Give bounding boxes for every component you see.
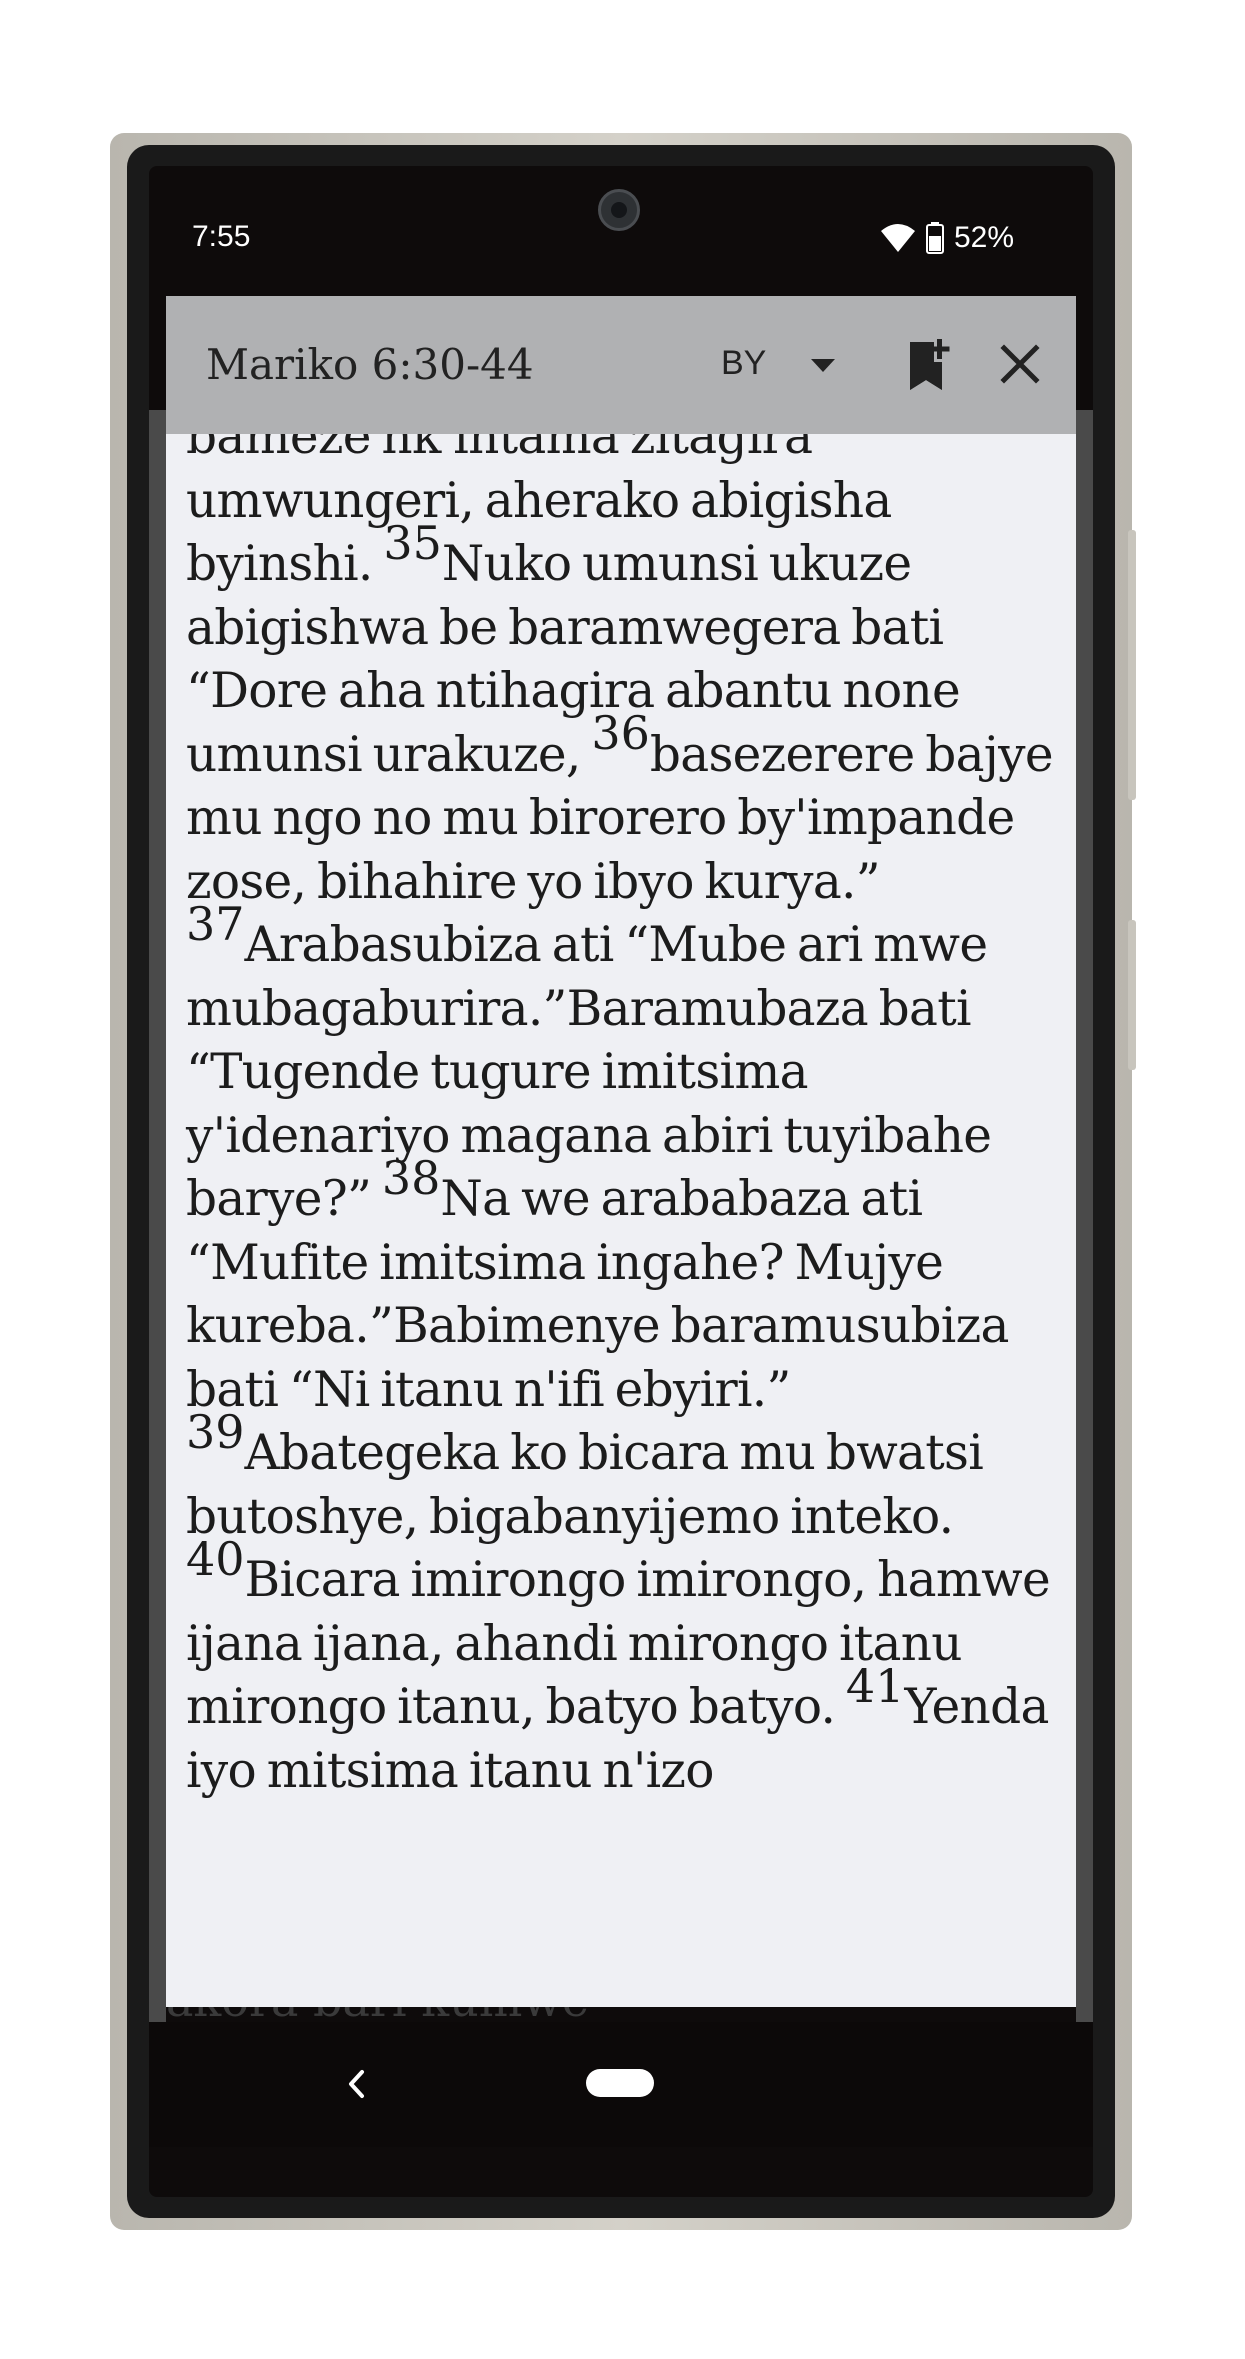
chevron-down-icon[interactable] xyxy=(806,348,840,382)
scrim-left xyxy=(149,410,166,2030)
passage-reference-title: Mariko 6:30-44 xyxy=(206,340,534,389)
verse-number: 41 xyxy=(845,1658,905,1713)
passage-text: bameze nk'intama zitagira umwungeri, ahe… xyxy=(186,434,1066,1803)
wifi-icon xyxy=(881,224,915,252)
status-time: 7:55 xyxy=(192,220,251,253)
battery-percent: 52% xyxy=(954,221,1015,254)
verse-text: Abategeka ko bicara mu bwatsi butoshye, … xyxy=(186,1425,984,1545)
language-selector-label[interactable]: BY xyxy=(721,344,766,383)
back-icon[interactable] xyxy=(340,2062,374,2106)
verse-number: 37 xyxy=(186,896,245,951)
scrim-right xyxy=(1076,410,1093,2030)
front-camera xyxy=(598,189,640,231)
volume-button xyxy=(1128,920,1136,1070)
verse-number: 35 xyxy=(383,515,442,570)
verse-number: 40 xyxy=(186,1531,245,1586)
verse-number: 39 xyxy=(186,1404,245,1459)
passage-text-scroll[interactable]: bameze nk'intama zitagira umwungeri, ahe… xyxy=(166,434,1076,2007)
status-icons: 52% xyxy=(880,218,1014,258)
verse-number: 36 xyxy=(591,706,650,761)
passage-dialog-header: Mariko 6:30-44 BY xyxy=(166,296,1076,434)
verse-number: 38 xyxy=(381,1150,441,1205)
close-icon[interactable] xyxy=(996,340,1044,388)
power-button xyxy=(1128,530,1136,800)
text-clip-edge xyxy=(166,1987,1076,2007)
bookmark-add-icon[interactable] xyxy=(904,336,952,392)
battery-icon xyxy=(926,222,944,254)
home-pill[interactable] xyxy=(586,2069,654,2097)
